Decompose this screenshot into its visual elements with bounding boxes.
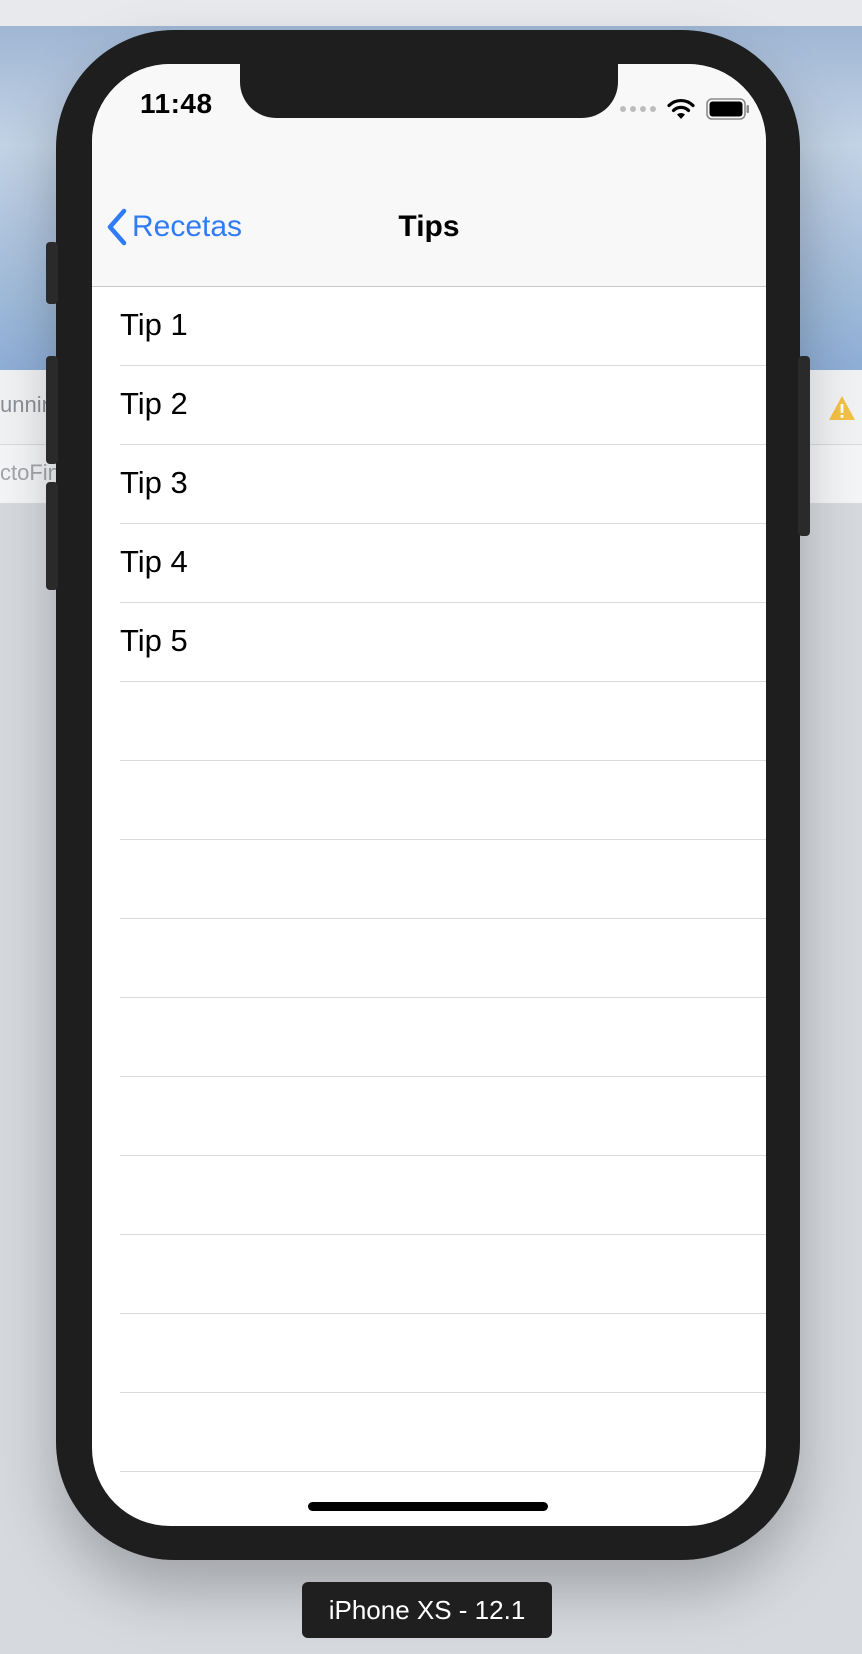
row-label: Tip 2 bbox=[120, 386, 188, 421]
row-label: Tip 1 bbox=[120, 307, 188, 342]
row-label: Tip 3 bbox=[120, 465, 188, 500]
empty-table-row bbox=[92, 919, 766, 998]
side-button bbox=[798, 356, 810, 536]
status-time: 11:48 bbox=[140, 88, 213, 119]
volume-up-button bbox=[46, 356, 58, 464]
tips-table: Tip 1 Tip 2 Tip 3 Tip 4 Tip 5 bbox=[92, 287, 766, 1526]
table-row[interactable]: Tip 2 bbox=[92, 366, 766, 445]
empty-table-row bbox=[92, 682, 766, 761]
volume-down-button bbox=[46, 482, 58, 590]
empty-rows bbox=[92, 682, 766, 1526]
empty-table-row bbox=[92, 1393, 766, 1472]
empty-table-row bbox=[92, 1077, 766, 1156]
empty-table-row bbox=[92, 840, 766, 919]
row-label: Tip 4 bbox=[120, 544, 188, 579]
warning-icon[interactable] bbox=[828, 395, 856, 421]
row-label: Tip 5 bbox=[120, 623, 188, 658]
home-indicator[interactable] bbox=[308, 1502, 548, 1511]
empty-table-row bbox=[92, 1314, 766, 1393]
notch bbox=[240, 64, 618, 118]
empty-table-row bbox=[92, 761, 766, 840]
battery-icon bbox=[706, 98, 749, 120]
mute-switch bbox=[46, 242, 58, 304]
empty-table-row bbox=[92, 998, 766, 1077]
table-row[interactable]: Tip 1 bbox=[92, 287, 766, 366]
navigation-bar: Recetas Tips bbox=[92, 162, 766, 287]
wifi-icon bbox=[667, 98, 695, 119]
status-icons bbox=[620, 94, 750, 124]
table-row[interactable]: Tip 4 bbox=[92, 524, 766, 603]
table-row[interactable]: Tip 3 bbox=[92, 445, 766, 524]
status-bar: 11:48 bbox=[92, 64, 766, 162]
empty-table-row bbox=[92, 1472, 766, 1526]
simulator-device-label: iPhone XS - 12.1 bbox=[302, 1582, 552, 1638]
desktop-top-bar bbox=[0, 0, 862, 27]
empty-table-row bbox=[92, 1235, 766, 1314]
cellular-signal-icon bbox=[620, 106, 656, 112]
empty-table-row bbox=[92, 1156, 766, 1235]
nav-title: Tips bbox=[398, 210, 460, 243]
table-row[interactable]: Tip 5 bbox=[92, 603, 766, 682]
device-screen: 11:48 Recetas Tips Tip 1 Tip 2 Tip 3 Tip… bbox=[92, 64, 766, 1526]
